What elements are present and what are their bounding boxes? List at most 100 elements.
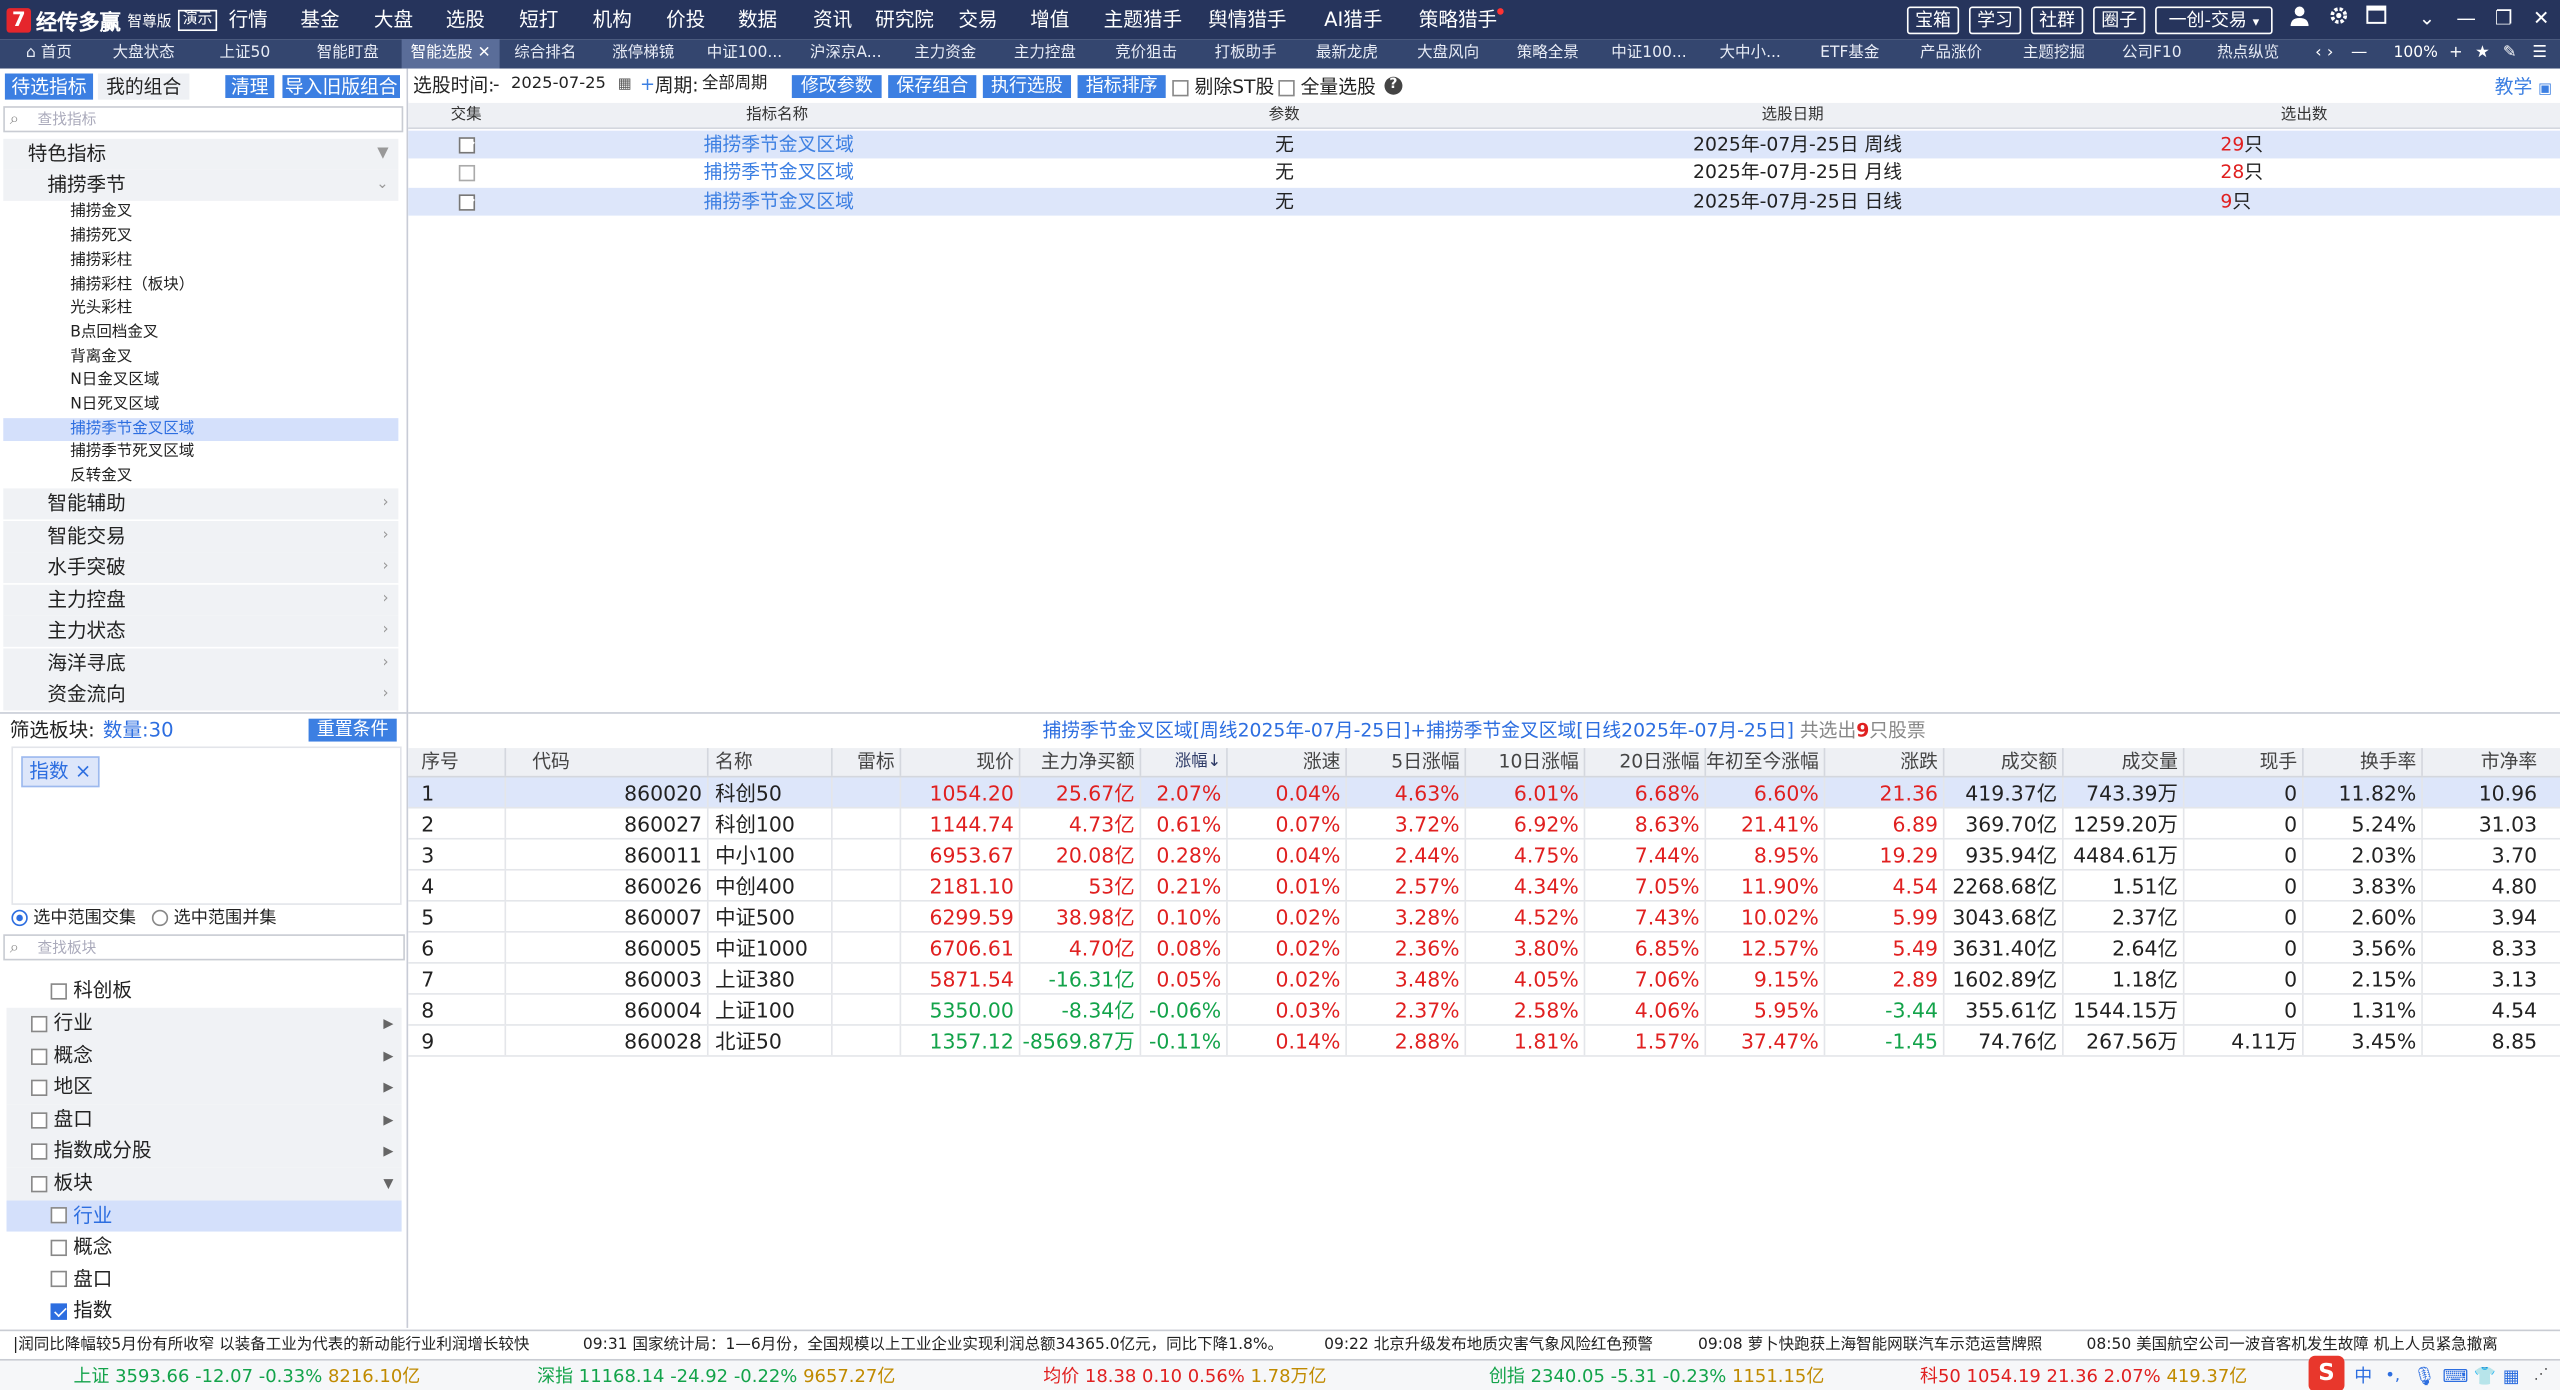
menu-jiaoyi[interactable]: 交易 — [958, 0, 997, 39]
tab-celue-quanjing[interactable]: 策略全景 — [1499, 39, 1597, 68]
col-header-net-buy[interactable]: 主力净买额 — [1020, 748, 1142, 776]
modify-params-button[interactable]: 修改参数 — [791, 75, 882, 99]
menu-zengzhi[interactable]: 增值 — [1030, 0, 1069, 39]
board-group-row[interactable]: 概念 ▶ — [6, 1040, 402, 1073]
result-row[interactable]: 6 860005 中证1000 6706.61 4.70亿 0.08% 0.02% 2.36%… — [408, 932, 2560, 964]
tab-shangzheng50[interactable]: 上证50 — [196, 39, 294, 68]
checkbox[interactable] — [50, 1238, 67, 1256]
tab-gongsi-f10[interactable]: 公司F10 — [2106, 39, 2197, 68]
tree-group-zijin-liuxiang[interactable]: 资金流向 › — [3, 679, 399, 711]
tab-hushenjing-a[interactable]: 沪深京A... — [797, 39, 895, 68]
tab-wode-zuhe[interactable]: 我的组合 — [97, 73, 190, 100]
zoom-in-icon[interactable]: + — [2449, 39, 2463, 68]
date-picker[interactable]: 2025-07-25 ▦ — [511, 74, 635, 97]
result-row[interactable]: 5 860007 中证500 6299.59 38.98亿 0.10% 0.02% 3.28%… — [408, 901, 2560, 933]
tab-daixuan-zhibiao[interactable]: 待选指标 — [4, 73, 94, 100]
help-icon[interactable]: ? — [1384, 76, 1403, 95]
news-item[interactable]: 09:08 萝卜快跑获上海智能网联汽车示范运营牌照 — [1698, 1331, 2042, 1360]
board-subitem-row[interactable]: 盘口 — [7, 1263, 402, 1295]
tab-zhineng-dingpan[interactable]: 智能盯盘 — [297, 39, 398, 68]
board-group-row[interactable]: 地区 ▶ — [6, 1071, 402, 1104]
result-row[interactable]: 2 860027 科创100 1144.74 4.73亿 0.61% 0.07% 3.72% 6… — [408, 808, 2560, 840]
keyboard-icon[interactable]: ⌨ — [2442, 1361, 2468, 1390]
tab-zhangting-tijing[interactable]: 涨停梯镜 — [594, 39, 692, 68]
col-header-xianshou[interactable]: 现手 — [2184, 748, 2304, 776]
col-header-name[interactable]: 名称 — [709, 748, 833, 776]
chevron-down-icon[interactable]: ⌄ — [2413, 5, 2441, 33]
skin-shirt-icon[interactable]: 👕 — [2473, 1361, 2495, 1390]
clear-button[interactable]: 清理 — [225, 75, 275, 99]
tree-leaf[interactable]: 反转金叉 — [70, 466, 397, 490]
col-header-leibiao[interactable]: 雷标 — [833, 748, 902, 776]
board-group-row[interactable]: 板块 ▼ — [6, 1167, 402, 1200]
shequn-button[interactable]: 社群 — [2031, 6, 2084, 35]
menu-ai-lieshou[interactable]: AI猎手 — [1324, 0, 1382, 39]
tree-group-zhineng-fuzhu[interactable]: 智能辅助 › — [3, 488, 399, 520]
result-row[interactable]: 3 860011 中小100 6953.67 20.08亿 0.28% 0.04% 2.44%… — [408, 839, 2560, 871]
resize-grip-icon[interactable]: ⋰ — [2534, 1361, 2549, 1390]
col-header-5day[interactable]: 5日涨幅 — [1347, 748, 1467, 776]
tab-etf-jijin[interactable]: ETF基金 — [1802, 39, 1897, 68]
status-index-chuangye[interactable]: 创指 2340.05 -5.31 -0.23% 1151.15亿 — [1489, 1361, 1824, 1390]
tab-zhuli-kongpan[interactable]: 主力控盘 — [996, 39, 1094, 68]
board-group-row[interactable]: 行业 ▶ — [6, 1007, 402, 1040]
tab-jingjia-juji[interactable]: 竞价狙击 — [1097, 39, 1195, 68]
settings-gear-icon[interactable] — [2325, 5, 2353, 33]
microphone-icon[interactable]: 🎙 — [2413, 1361, 2436, 1390]
tree-leaf[interactable]: 捕捞死叉 — [70, 225, 397, 249]
col-header-price[interactable]: 现价 — [901, 748, 1021, 776]
tab-zuixin-longhu[interactable]: 最新龙虎 — [1298, 39, 1396, 68]
tree-group-haiyang-xundi[interactable]: 海洋寻底 › — [3, 647, 399, 679]
period-select[interactable]: 全部周期 — [702, 74, 767, 97]
tab-zonghe-paiming[interactable]: 综合排名 — [503, 39, 588, 68]
col-header-20day[interactable]: 20日涨幅 — [1585, 748, 1707, 776]
result-row[interactable]: 7 860003 上证380 5871.54 -16.31亿 0.05% 0.02% 3.48… — [408, 963, 2560, 995]
col-header-turnover[interactable]: 换手率 — [2304, 748, 2423, 776]
exclude-st-checkbox[interactable]: 剔除ST股 — [1172, 75, 1274, 98]
checkbox[interactable] — [31, 1015, 48, 1032]
tree-leaf-selected[interactable]: 捕捞季节金叉区域 — [3, 417, 399, 442]
board-subitem-row[interactable]: 行业 — [6, 1199, 402, 1232]
board-subitem-row[interactable]: 指数 — [7, 1295, 402, 1327]
checkbox[interactable] — [50, 1207, 67, 1224]
tab-zhongzheng100-2[interactable]: 中证100... — [1600, 39, 1698, 68]
result-row[interactable]: 9 860028 北证50 1357.12 -8569.87万 -0.11% 0.14% 2.… — [408, 1025, 2560, 1057]
tab-zhongzheng100[interactable]: 中证100... — [696, 39, 794, 68]
teach-link[interactable]: 教学 ▣ — [2495, 75, 2552, 98]
tree-leaf[interactable]: N日金叉区域 — [70, 369, 397, 393]
checkbox[interactable] — [31, 1142, 48, 1159]
baoxiang-button[interactable]: 宝箱 — [1906, 6, 1960, 35]
trade-account-button[interactable]: 一创-交易 ▾ — [2155, 6, 2273, 35]
menu-zhuti-lieshou[interactable]: 主题猎手 — [1104, 0, 1182, 39]
sort-indicators-button[interactable]: 指标排序 — [1077, 75, 1166, 99]
radio-union[interactable]: 选中范围并集 — [151, 907, 276, 930]
menu-dapan[interactable]: 大盘 — [374, 0, 413, 39]
news-item[interactable]: 08:50 美国航空公司一波音客机发生故障 机上人员紧急撤离 — [2087, 1331, 2498, 1360]
tree-leaf[interactable]: 捕捞彩柱 — [70, 250, 397, 274]
news-item[interactable]: 09:31 国家统计局：1—6月份，全国规模以上工业企业实现利润总额34365.… — [583, 1331, 1283, 1360]
import-old-combo-button[interactable]: 导入旧版组合 — [282, 75, 400, 99]
menu-yanjiuyuan[interactable]: 研究院 — [875, 0, 934, 39]
indicator-name-link[interactable]: 捕捞季节金叉区域 — [704, 188, 854, 216]
status-index-kechuang50[interactable]: 科50 1054.19 21.36 2.07% 419.37亿 — [1920, 1361, 2247, 1390]
minimize-icon[interactable]: — — [2452, 5, 2480, 33]
sogou-ime-icon[interactable]: S — [2308, 1355, 2345, 1390]
tab-dapan-fengxiang[interactable]: 大盘风向 — [1399, 39, 1497, 68]
indicator-name-link[interactable]: 捕捞季节金叉区域 — [704, 131, 854, 159]
menu-duanda[interactable]: 短打 — [519, 0, 558, 39]
tab-chanpin-zhangjia[interactable]: 产品涨价 — [1900, 39, 2001, 68]
menu-shuju[interactable]: 数据 — [738, 0, 777, 39]
tree-group-zhuli-kongpan[interactable]: 主力控盘 › — [3, 583, 399, 615]
indicator-row[interactable]: 捕捞季节金叉区域 无 2025年-07月-25日 日线 9只 — [408, 187, 2560, 216]
quanzi-button[interactable]: 圈子 — [2093, 6, 2146, 35]
calendar-icon[interactable]: ▦ — [618, 74, 632, 97]
checkbox[interactable] — [31, 1175, 48, 1192]
remove-tag-icon[interactable]: × — [75, 760, 91, 783]
full-xuangu-checkbox[interactable]: 全量选股 — [1278, 75, 1376, 98]
checkbox-checked[interactable] — [458, 193, 476, 210]
checkbox-checked[interactable] — [50, 1302, 67, 1319]
tree-group-zhineng-jiaoyi[interactable]: 智能交易 › — [3, 520, 399, 552]
col-header-code[interactable]: 代码 — [506, 748, 709, 776]
favorite-star-icon[interactable]: ★ — [2475, 39, 2490, 68]
app-logo[interactable]: 7 经传多赢 智尊版 演示 — [6, 5, 218, 35]
